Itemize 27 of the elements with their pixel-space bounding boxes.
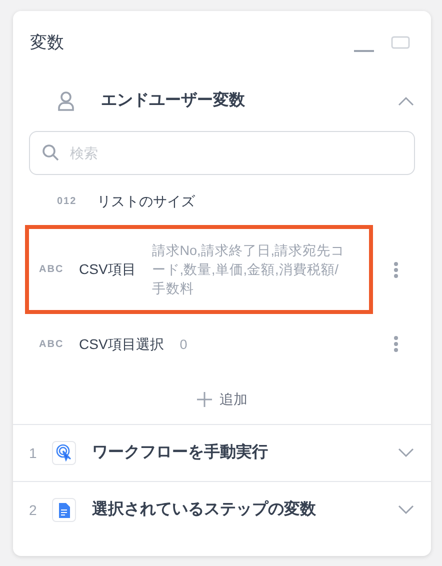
step-title: ワークフローを手動実行 xyxy=(92,442,269,463)
variable-name: リストのサイズ xyxy=(97,192,195,210)
type-label: 012 xyxy=(57,194,78,208)
panel-title: 変数 xyxy=(30,32,65,54)
section-header[interactable]: エンドユーザー変数 xyxy=(13,73,431,129)
variable-value: 請求No,請求終了日,請求宛先コード,数量,単価,金額,消費税額/手数料 xyxy=(152,242,346,298)
type-label: ABC xyxy=(39,263,65,277)
more-menu-button[interactable] xyxy=(393,335,399,353)
step-number: 2 xyxy=(29,500,38,520)
user-icon xyxy=(57,91,75,111)
type-label: ABC xyxy=(39,338,65,352)
step-number: 1 xyxy=(29,444,38,462)
maximize-button[interactable] xyxy=(391,35,411,51)
search-icon xyxy=(42,144,59,161)
variable-name: CSV項目 xyxy=(79,260,136,279)
step-row[interactable]: 2 選択されているステップの変数 xyxy=(13,481,431,538)
search-field[interactable]: 検索 xyxy=(29,131,415,175)
section-title: エンドユーザー変数 xyxy=(101,90,246,111)
document-icon xyxy=(52,498,76,522)
variable-name: CSV項目選択 xyxy=(79,334,164,354)
pointer-target-icon xyxy=(52,441,76,465)
variable-value: 0 xyxy=(180,336,188,354)
step-title: 選択されているステップの変数 xyxy=(92,499,317,520)
plus-icon xyxy=(196,392,212,406)
add-button[interactable]: 追加 xyxy=(196,374,248,424)
more-menu-button[interactable] xyxy=(393,260,399,278)
step-row[interactable]: 1 ワークフローを手動実行 xyxy=(13,424,431,481)
